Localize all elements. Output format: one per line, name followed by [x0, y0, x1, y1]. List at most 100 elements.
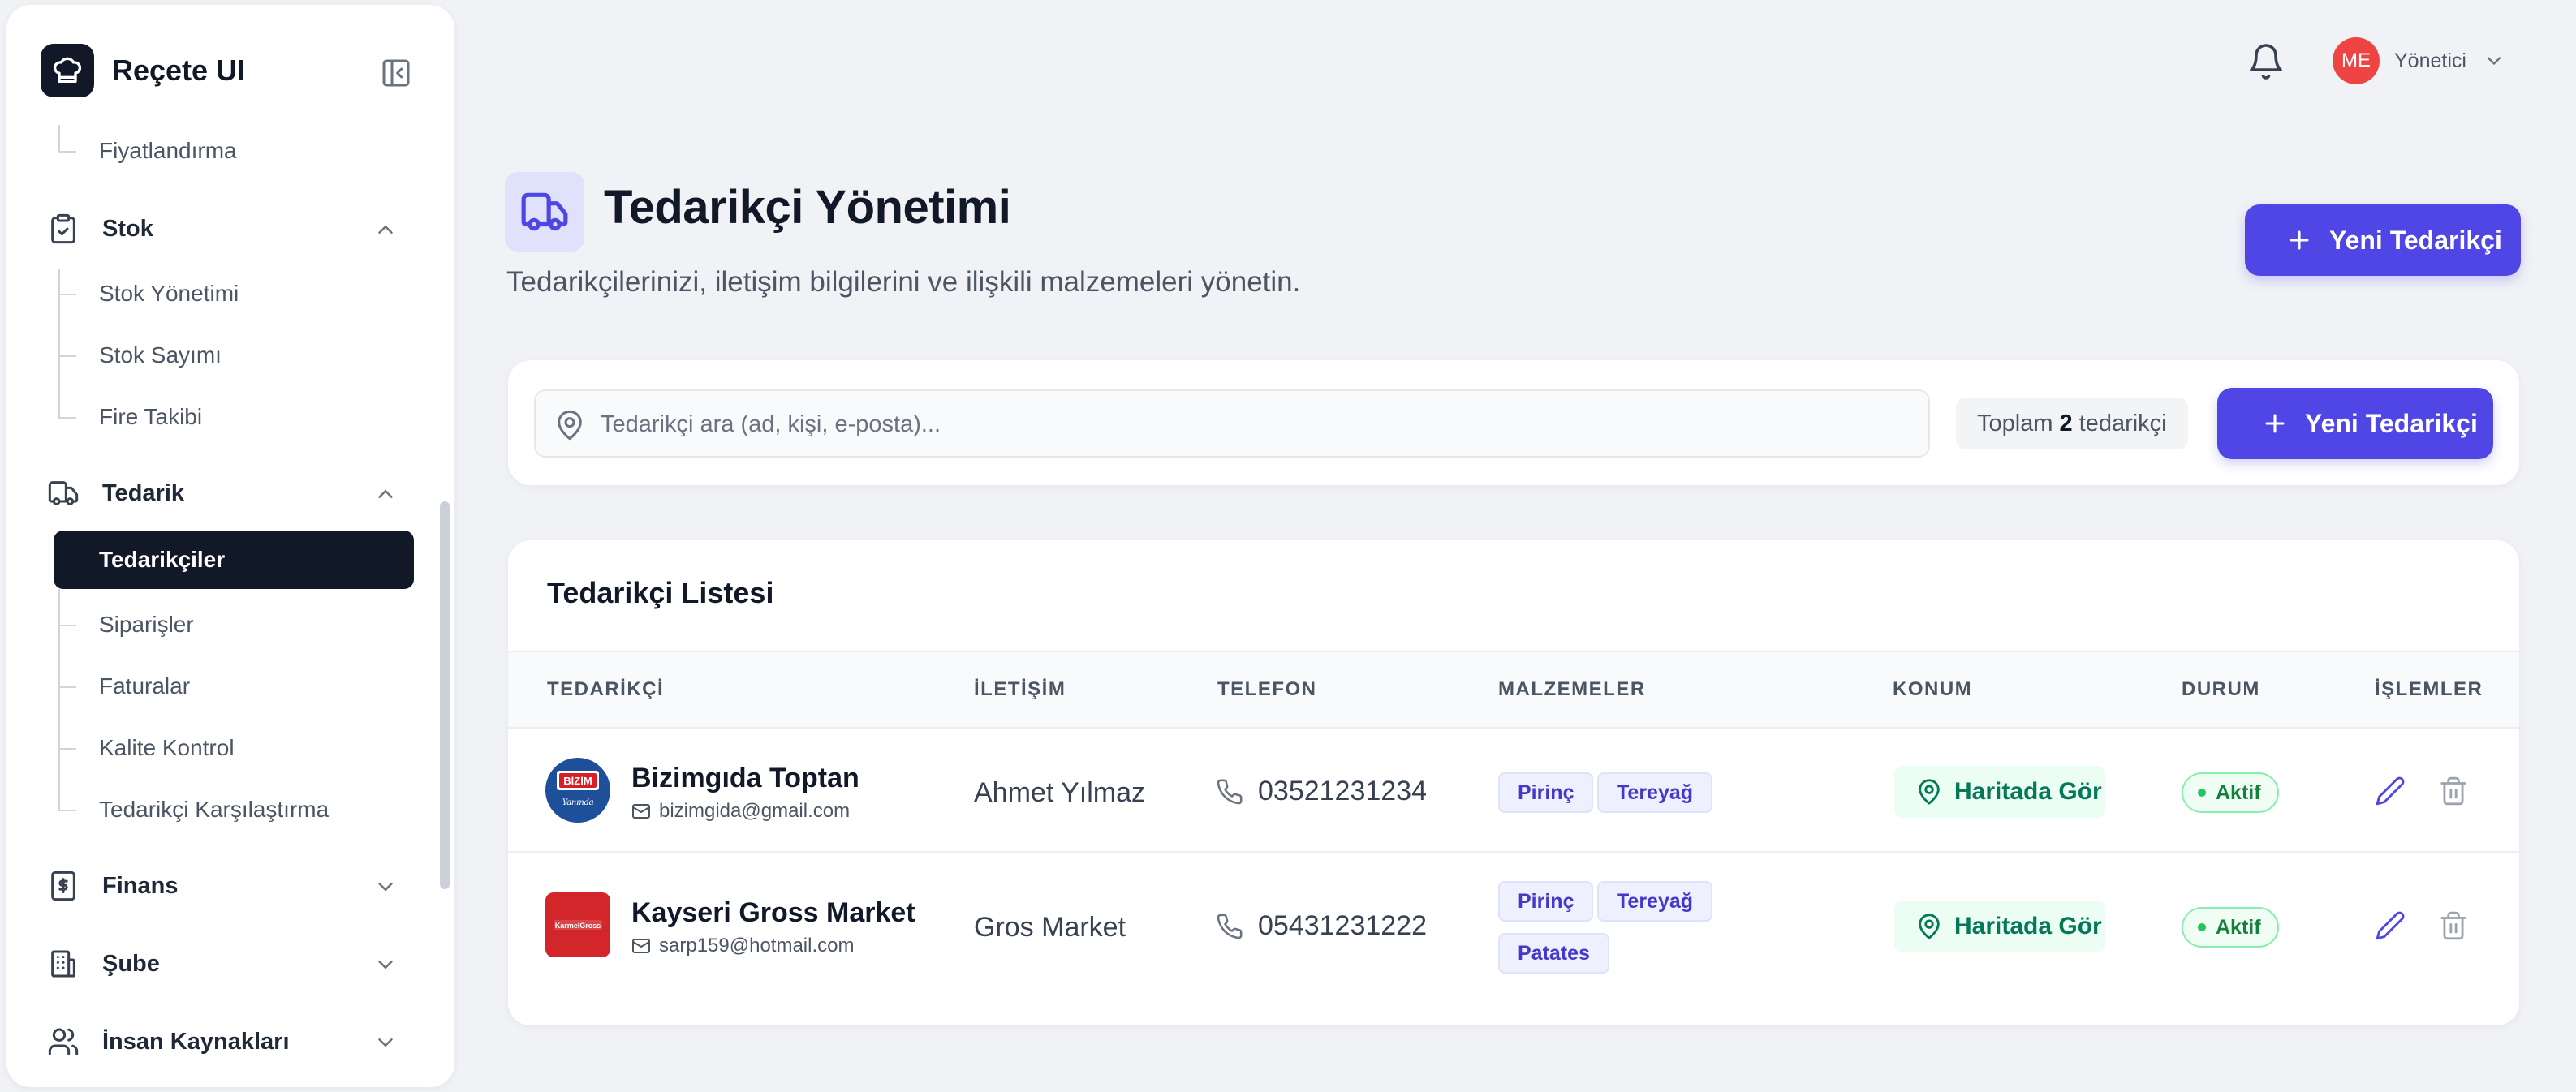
sidebar-group-label: Stok	[102, 215, 153, 242]
tree-tick	[58, 686, 76, 688]
status-text: Aktif	[2216, 780, 2261, 804]
material-tag: Pirinç	[1498, 881, 1594, 922]
sidebar-group-finans[interactable]: Finans	[47, 870, 178, 902]
plus-icon	[2290, 230, 2309, 250]
search-box[interactable]	[534, 389, 1930, 458]
sidebar-item-tedarikci-karsilastirma[interactable]: Tedarikçi Karşılaştırma	[99, 797, 329, 823]
edit-pencil-icon[interactable]	[2375, 776, 2406, 806]
tree-tick	[58, 748, 76, 750]
sidebar-group-stok[interactable]: Stok	[47, 213, 153, 245]
new-supplier-button-header[interactable]: Yeni Tedarikçi	[2245, 204, 2521, 276]
sidebar-item-stok-sayimi[interactable]: Stok Sayımı	[99, 342, 222, 368]
page-title: Tedarikçi Yönetimi	[604, 181, 1011, 234]
tree-tick	[58, 151, 76, 153]
sidebar-collapse-icon[interactable]	[380, 57, 412, 89]
view-on-map-button[interactable]: Haritada Gör	[1894, 901, 2105, 952]
phone-icon	[1217, 779, 1243, 804]
material-tag: Tereyağ	[1597, 772, 1713, 813]
material-tag: Tereyağ	[1597, 881, 1713, 922]
total-count-badge: Toplam 2 tedarikçi	[1956, 398, 2188, 449]
map-pin-icon	[1919, 779, 1940, 805]
mail-icon	[632, 804, 650, 819]
supplier-email-text: bizimgida@gmail.com	[659, 800, 851, 822]
chevron-down-icon[interactable]	[373, 1030, 398, 1055]
total-prefix: Toplam	[1977, 410, 2053, 436]
delete-trash-icon[interactable]	[2438, 776, 2469, 806]
button-label: Yeni Tedarikçi	[2329, 225, 2502, 255]
status-badge: Aktif	[2182, 907, 2279, 948]
supplier-logo-text: KarmelGross	[555, 922, 601, 930]
sidebar-item-fiyatlandirma[interactable]: Fiyatlandırma	[99, 138, 237, 164]
sidebar-scrollbar[interactable]	[440, 501, 450, 889]
sidebar-item-stok-yonetimi[interactable]: Stok Yönetimi	[99, 281, 239, 307]
avatar: ME	[2333, 37, 2380, 84]
chevron-up-icon[interactable]	[373, 482, 398, 506]
mail-icon	[632, 939, 650, 953]
supplier-logo: BİZİM Yanında	[545, 758, 610, 823]
sidebar-group-sube[interactable]: Şube	[47, 948, 160, 980]
sidebar-item-fire-takibi[interactable]: Fire Takibi	[99, 404, 202, 430]
column-header-actions: İŞLEMLER	[2375, 678, 2483, 700]
sidebar-group-label: Şube	[102, 950, 160, 977]
supplier-logo: KarmelGross	[545, 892, 610, 957]
column-header-phone[interactable]: TELEFON	[1217, 678, 1317, 701]
sidebar-group-label: Finans	[102, 872, 179, 899]
supplier-phone: 05431231222	[1216, 910, 1427, 942]
user-name: Yönetici	[2394, 49, 2466, 72]
supplier-email: sarp159@hotmail.com	[631, 935, 854, 957]
chevron-down-icon	[2487, 57, 2501, 66]
user-menu[interactable]: ME Yönetici	[2333, 37, 2505, 84]
status-text: Aktif	[2216, 915, 2261, 939]
truck-icon	[48, 481, 79, 505]
receipt-dollar-icon	[51, 871, 75, 901]
new-supplier-button[interactable]: Yeni Tedarikçi	[2217, 388, 2493, 459]
tree-tick	[58, 625, 76, 626]
column-header-location[interactable]: KONUM	[1893, 678, 1972, 701]
sidebar-group-label: Tedarik	[102, 479, 185, 506]
truck-icon	[505, 172, 584, 252]
column-header-materials[interactable]: MALZEMELER	[1498, 678, 1646, 701]
sidebar-group-insan-kaynaklari[interactable]: İnsan Kaynakları	[47, 1025, 290, 1058]
supplier-name[interactable]: Kayseri Gross Market	[631, 897, 915, 929]
sidebar-item-label: Tedarikçiler	[99, 547, 226, 572]
column-header-supplier[interactable]: TEDARİKÇİ	[547, 678, 664, 701]
chevron-up-icon[interactable]	[373, 217, 398, 242]
chevron-down-icon[interactable]	[373, 952, 398, 977]
map-pin-icon	[1919, 914, 1940, 939]
building-icon	[51, 950, 75, 978]
sidebar: Reçete UI Fiyatlandırma Stok Stok Yöneti…	[6, 5, 454, 1087]
supplier-phone-text: 03521231234	[1258, 776, 1428, 806]
chef-hat-icon	[41, 44, 94, 97]
supplier-email: bizimgida@gmail.com	[631, 800, 850, 823]
supplier-logo-text: BİZİM	[563, 775, 592, 787]
sidebar-item-kalite-kontrol[interactable]: Kalite Kontrol	[99, 735, 235, 761]
status-dot	[2198, 923, 2206, 931]
sidebar-item-faturalar[interactable]: Faturalar	[99, 673, 190, 699]
tree-line	[58, 269, 60, 419]
status-badge: Aktif	[2182, 772, 2279, 813]
list-title: Tedarikçi Listesi	[547, 576, 774, 609]
sidebar-group-tedarik[interactable]: Tedarik	[47, 477, 184, 509]
total-count: 2	[2059, 410, 2073, 436]
chevron-down-icon[interactable]	[373, 875, 398, 899]
button-label: Yeni Tedarikçi	[2305, 408, 2478, 438]
sidebar-item-siparisler[interactable]: Siparişler	[99, 612, 194, 638]
edit-pencil-icon[interactable]	[2375, 910, 2406, 941]
brand[interactable]: Reçete UI	[41, 44, 245, 97]
sidebar-item-tedarikciler[interactable]: Tedarikçiler	[54, 531, 414, 589]
tree-tick	[58, 810, 76, 811]
supplier-email-text: sarp159@hotmail.com	[659, 935, 855, 957]
app-name: Reçete UI	[112, 54, 246, 87]
tree-tick	[58, 294, 76, 295]
supplier-name[interactable]: Bizimgıda Toptan	[631, 763, 859, 794]
map-button-label: Haritada Gör	[1954, 778, 2102, 805]
delete-trash-icon[interactable]	[2438, 910, 2469, 941]
column-header-status[interactable]: DURUM	[2182, 678, 2260, 701]
search-input[interactable]	[601, 401, 1899, 448]
bell-icon[interactable]	[2246, 42, 2285, 81]
column-header-contact[interactable]: İLETİŞİM	[974, 678, 1066, 701]
view-on-map-button[interactable]: Haritada Gör	[1894, 766, 2105, 818]
page-subtitle: Tedarikçilerinizi, iletişim bilgilerini …	[506, 266, 1301, 298]
total-suffix: tedarikçi	[2078, 410, 2167, 436]
map-pin-icon	[558, 410, 582, 441]
